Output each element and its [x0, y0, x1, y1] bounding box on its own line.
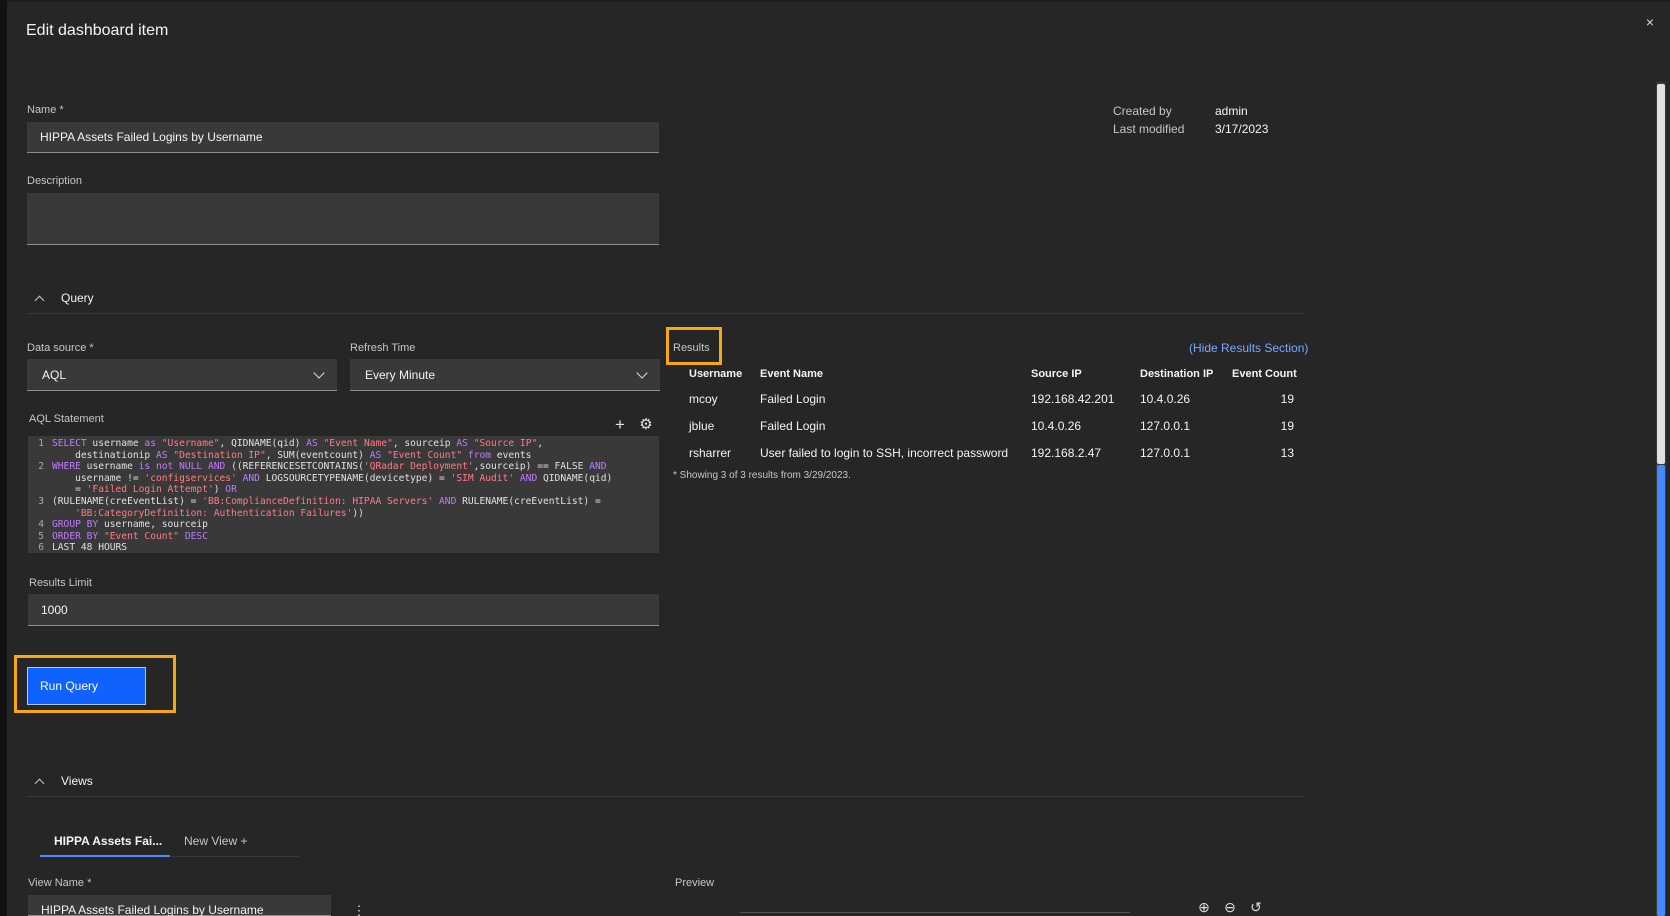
table-cell: User failed to login to SSH, incorrect p…	[760, 446, 1009, 460]
zoom-out-icon[interactable]: ⊖	[1221, 899, 1239, 916]
view-name-field[interactable]: HIPPA Assets Failed Logins by Username	[28, 895, 331, 916]
code-line: = 'Failed Login Attempt') OR	[52, 484, 237, 496]
code-line: destinationip AS "Destination IP", SUM(e…	[52, 449, 532, 461]
data-source-label: Data source *	[27, 342, 94, 354]
preview-label: Preview	[675, 877, 715, 889]
views-divider	[27, 796, 1304, 797]
name-field[interactable]: HIPPA Assets Failed Logins by Username	[27, 122, 659, 153]
table-cell: 19	[1280, 392, 1294, 406]
scrollbar-thumb[interactable]	[1657, 84, 1665, 464]
table-cell: Failed Login	[760, 392, 826, 406]
view-name-label: View Name *	[28, 877, 92, 889]
tab-new-view[interactable]: New View +	[184, 834, 247, 848]
scrollbar-thumb-active[interactable]	[1657, 465, 1665, 916]
code-line: 1 SELECT username as "Username", QIDNAME(…	[38, 438, 544, 449]
column-header[interactable]: Event Name	[760, 368, 823, 380]
table-cell: 127.0.0.1	[1140, 446, 1191, 460]
column-header[interactable]: Event Count	[1232, 368, 1297, 380]
description-field[interactable]	[27, 193, 659, 245]
refresh-time-value: Every Minute	[365, 367, 436, 382]
view-name-value: HIPPA Assets Failed Logins by Username	[41, 903, 264, 916]
table-cell: Failed Login	[760, 419, 826, 433]
name-label: Name *	[27, 104, 64, 116]
hide-results-link[interactable]: (Hide Results Section)	[1189, 341, 1308, 355]
created-by-label: Created by	[1113, 104, 1172, 118]
results-footnote: * Showing 3 of 3 results from 3/29/2023.	[673, 470, 851, 481]
table-cell: 19	[1280, 419, 1294, 433]
results-limit-label: Results Limit	[29, 577, 92, 589]
table-cell: 13	[1280, 446, 1294, 460]
table-cell: 192.168.2.47	[1031, 446, 1102, 460]
chevron-up-icon	[34, 295, 45, 305]
active-tab-indicator	[40, 855, 170, 857]
results-limit-value: 1000	[41, 602, 68, 617]
results-label: Results	[673, 342, 710, 354]
chevron-down-icon	[313, 366, 325, 379]
reset-zoom-icon[interactable]: ↺	[1247, 899, 1265, 916]
overflow-menu-icon[interactable]: ⋮	[350, 903, 368, 916]
table-cell: jblue	[689, 419, 715, 433]
data-source-select[interactable]: AQL	[27, 359, 337, 391]
chevron-down-icon	[636, 366, 648, 379]
code-line: 6 LAST 48 HOURS	[38, 542, 128, 553]
created-by-value: admin	[1215, 104, 1248, 118]
column-header[interactable]: Source IP	[1031, 368, 1082, 380]
tab-view-hippa[interactable]: HIPPA Assets Fai...	[54, 834, 162, 848]
modal-title: Edit dashboard item	[26, 22, 169, 39]
run-query-label: Run Query	[40, 679, 99, 693]
code-line: username != 'configservices' AND LOGSOUR…	[52, 472, 613, 484]
column-header[interactable]: Destination IP	[1140, 368, 1213, 380]
query-section-toggle[interactable]: Query	[34, 291, 94, 305]
zoom-in-icon[interactable]: ⊕	[1195, 899, 1213, 916]
table-cell: mcoy	[689, 392, 718, 406]
close-icon[interactable]: ×	[1640, 12, 1660, 32]
code-line: 3 (RULENAME(creEventList) = 'BB:Complianc…	[38, 495, 601, 507]
views-section-label: Views	[61, 774, 93, 788]
tab-rail	[170, 856, 299, 857]
preview-axis	[740, 912, 1130, 913]
description-label: Description	[27, 175, 83, 187]
refresh-time-label: Refresh Time	[350, 342, 416, 354]
name-value: HIPPA Assets Failed Logins by Username	[40, 130, 263, 144]
code-line: 'BB:CategoryDefinition: Authentication F…	[75, 507, 364, 519]
code-line: 5 ORDER BY "Event Count" DESC	[38, 530, 208, 542]
query-divider	[27, 313, 1304, 314]
run-query-button[interactable]: Run Query	[27, 667, 146, 705]
refresh-time-select[interactable]: Every Minute	[350, 359, 660, 391]
views-section-toggle[interactable]: Views	[34, 774, 93, 788]
code-line: 4 GROUP BY username, sourceip	[38, 519, 208, 531]
aql-editor[interactable]: 1 SELECT username as "Username", QIDNAME(…	[28, 436, 659, 553]
last-modified-value: 3/17/2023	[1215, 122, 1269, 136]
table-cell: rsharrer	[689, 446, 732, 460]
table-cell: 10.4.0.26	[1140, 392, 1191, 406]
settings-adjust-icon[interactable]: ⚙	[637, 415, 655, 433]
add-icon[interactable]: +	[611, 415, 629, 435]
query-section-label: Query	[61, 291, 94, 305]
table-cell: 127.0.0.1	[1140, 419, 1191, 433]
table-cell: 10.4.0.26	[1031, 419, 1082, 433]
chevron-up-icon	[34, 778, 45, 788]
data-source-value: AQL	[42, 367, 67, 382]
table-cell: 192.168.42.201	[1031, 392, 1115, 406]
results-limit-field[interactable]: 1000	[28, 594, 659, 626]
code-line: 2 WHERE username is not NULL AND ((REFERE…	[38, 461, 607, 473]
column-header[interactable]: Username	[689, 368, 742, 380]
backdrop-strip	[0, 0, 7, 916]
aql-statement-label: AQL Statement	[29, 413, 104, 425]
last-modified-label: Last modified	[1113, 122, 1185, 136]
